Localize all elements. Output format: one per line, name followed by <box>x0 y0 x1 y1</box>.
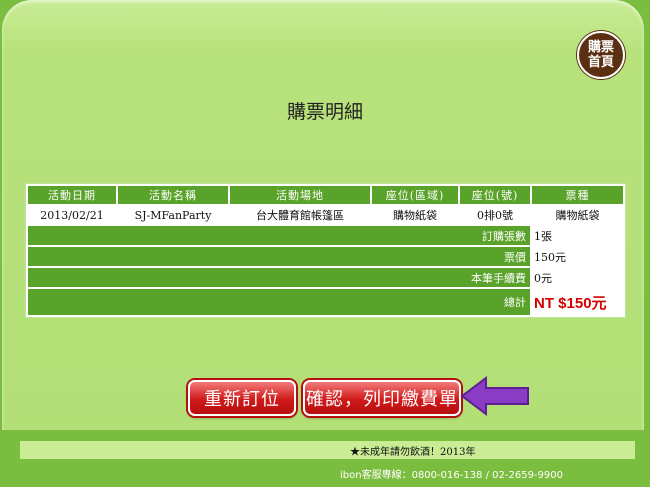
ticket-count-label: 訂購張數 <box>28 226 530 245</box>
total-value: NT $150元 <box>532 289 623 315</box>
page-title: 購票明細 <box>286 101 363 123</box>
marquee-text: ★未成年請勿飲酒！2013年 <box>350 447 476 458</box>
cell-venue: 台大體育館帳篷區 <box>230 206 370 224</box>
price-value: 150元 <box>532 247 623 266</box>
rebook-label: 重新訂位 <box>204 389 280 410</box>
left-arrow-icon <box>460 376 529 416</box>
purchase-detail-table: 活動日期 活動名稱 活動場地 座位(區域) 座位(號) 票種 2013/02/2… <box>25 183 626 318</box>
price-label: 票價 <box>28 247 530 266</box>
table-row: 2013/02/21 SJ-MFanParty 台大體育館帳篷區 購物紙袋 0排… <box>28 206 623 224</box>
cell-seat-area: 購物紙袋 <box>372 206 458 224</box>
marquee-bar: ★未成年請勿飲酒！2013年 <box>20 441 635 459</box>
header-ticket-type: 票種 <box>532 186 623 204</box>
confirm-label: 確認，列印繳費單 <box>306 389 458 410</box>
cell-date: 2013/02/21 <box>28 206 116 224</box>
home-label: 購票 首頁 <box>587 40 614 70</box>
fee-value: 0元 <box>532 268 623 287</box>
cell-event-name: SJ-MFanParty <box>118 206 228 224</box>
summary-row-total: 總計 NT $150元 <box>28 289 623 315</box>
header-event-name: 活動名稱 <box>118 186 228 204</box>
total-label: 總計 <box>28 289 530 315</box>
summary-row-count: 訂購張數 1張 <box>28 226 623 245</box>
hotline-text: ibon客服專線：0800-016-138 / 02-2659-9900 <box>340 470 563 481</box>
header-seat-area: 座位(區域) <box>372 186 458 204</box>
header-seat-number: 座位(號) <box>460 186 530 204</box>
fee-label: 本筆手續費 <box>28 268 530 287</box>
confirm-print-button[interactable]: 確認，列印繳費單 <box>303 380 461 416</box>
summary-row-price: 票價 150元 <box>28 247 623 266</box>
ticket-count-value: 1張 <box>532 226 623 245</box>
home-button[interactable]: 購票 首頁 <box>577 31 625 79</box>
summary-row-fee: 本筆手續費 0元 <box>28 268 623 287</box>
header-date: 活動日期 <box>28 186 116 204</box>
table-header-row: 活動日期 活動名稱 活動場地 座位(區域) 座位(號) 票種 <box>28 186 623 204</box>
cell-seat-number: 0排0號 <box>460 206 530 224</box>
cell-ticket-type: 購物紙袋 <box>532 206 623 224</box>
rebook-button[interactable]: 重新訂位 <box>188 380 296 416</box>
header-venue: 活動場地 <box>230 186 370 204</box>
